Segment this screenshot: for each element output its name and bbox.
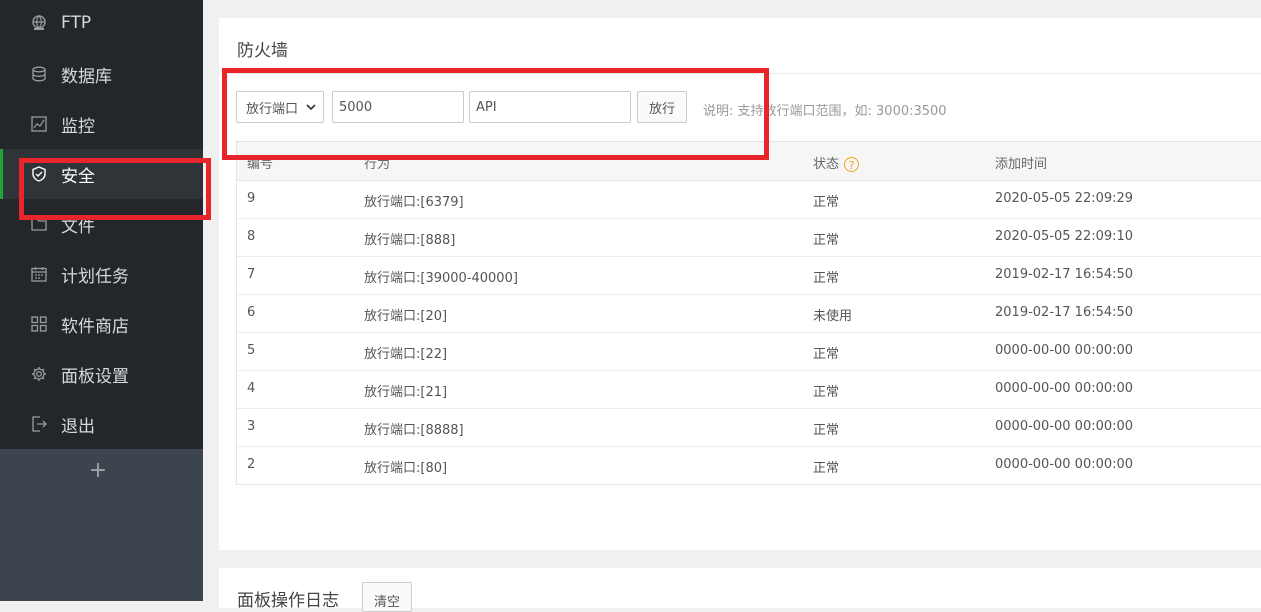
table-row: 2 放行端口:[80] 正常 0000-00-00 00:00:00 bbox=[237, 447, 1261, 484]
sidebar-item-label: 退出 bbox=[61, 416, 95, 437]
cell-id: 3 bbox=[247, 419, 256, 434]
remark-input[interactable] bbox=[469, 91, 631, 123]
cell-time: 0000-00-00 00:00:00 bbox=[995, 343, 1134, 358]
cell-status: 正常 bbox=[813, 423, 840, 438]
cell-status: 正常 bbox=[813, 195, 840, 210]
cell-action: 放行端口:[22] bbox=[364, 347, 448, 362]
table-row: 4 放行端口:[21] 正常 0000-00-00 00:00:00 bbox=[237, 371, 1261, 409]
sidebar-item-files[interactable]: 文件 bbox=[0, 199, 203, 249]
allow-port-button[interactable]: 放行 bbox=[637, 91, 687, 123]
sidebar-item-monitor[interactable]: 监控 bbox=[0, 99, 203, 149]
firewall-panel: 防火墙 放行端口 放行 说明: 支持放行端口范围，如: 3000:3500 编号… bbox=[219, 18, 1261, 550]
sidebar-item-label: FTP bbox=[61, 13, 92, 33]
firewall-table: 编号 行为 状态? 添加时间 9 放行端口:[6379] 正常 2020-05-05 … bbox=[236, 141, 1261, 485]
log-panel: 面板操作日志 清空 bbox=[219, 568, 1261, 612]
rule-type-value: 放行端口 bbox=[246, 101, 299, 117]
logout-icon bbox=[31, 416, 47, 432]
sidebar-item-label: 计划任务 bbox=[61, 266, 129, 287]
sidebar-item-ftp[interactable]: FTP bbox=[0, 0, 203, 48]
cell-id: 9 bbox=[247, 191, 256, 206]
gear-icon bbox=[31, 366, 47, 382]
cell-time: 2019-02-17 16:54:50 bbox=[995, 305, 1134, 320]
cell-action: 放行端口:[80] bbox=[364, 461, 448, 476]
sidebar-item-logout[interactable]: 退出 bbox=[0, 399, 203, 449]
sidebar-item-label: 监控 bbox=[61, 116, 95, 137]
sidebar-item-label: 面板设置 bbox=[61, 366, 129, 387]
col-status-label: 状态 bbox=[813, 157, 840, 172]
ftp-icon bbox=[31, 15, 47, 31]
sidebar-item-settings[interactable]: 面板设置 bbox=[0, 349, 203, 399]
table-row: 8 放行端口:[888] 正常 2020-05-05 22:09:10 bbox=[237, 219, 1261, 257]
cell-time: 2020-05-05 22:09:10 bbox=[995, 229, 1134, 244]
cell-action: 放行端口:[39000-40000] bbox=[364, 271, 518, 286]
apps-icon bbox=[31, 316, 47, 332]
folder-icon bbox=[31, 216, 47, 232]
monitor-icon bbox=[31, 116, 47, 132]
col-status: 状态? bbox=[813, 153, 860, 172]
shield-icon bbox=[31, 166, 47, 182]
cell-status: 正常 bbox=[813, 347, 840, 362]
table-row: 6 放行端口:[20] 未使用 2019-02-17 16:54:50 bbox=[237, 295, 1261, 333]
sidebar-item-database[interactable]: 数据库 bbox=[0, 49, 203, 99]
sidebar-item-crontab[interactable]: 计划任务 bbox=[0, 249, 203, 299]
col-id: 编号 bbox=[247, 157, 274, 172]
cell-id: 5 bbox=[247, 343, 256, 358]
col-action: 行为 bbox=[364, 157, 391, 172]
cell-action: 放行端口:[8888] bbox=[364, 423, 464, 438]
database-icon bbox=[31, 66, 47, 82]
add-menu-button[interactable]: + bbox=[86, 459, 110, 483]
rule-type-select[interactable]: 放行端口 bbox=[236, 91, 324, 123]
table-body: 9 放行端口:[6379] 正常 2020-05-05 22:09:29 8 放行端口:[… bbox=[237, 181, 1261, 484]
cell-status: 未使用 bbox=[813, 309, 853, 324]
cell-status: 正常 bbox=[813, 385, 840, 400]
cell-id: 7 bbox=[247, 267, 256, 282]
table-row: 7 放行端口:[39000-40000] 正常 2019-02-17 16:54:50 bbox=[237, 257, 1261, 295]
table-row: 3 放行端口:[8888] 正常 0000-00-00 00:00:00 bbox=[237, 409, 1261, 447]
cell-time: 0000-00-00 00:00:00 bbox=[995, 419, 1134, 434]
table-row: 9 放行端口:[6379] 正常 2020-05-05 22:09:29 bbox=[237, 181, 1261, 219]
cell-id: 8 bbox=[247, 229, 256, 244]
cell-id: 2 bbox=[247, 457, 256, 472]
sidebar-item-label: 安全 bbox=[61, 166, 95, 187]
divider bbox=[219, 73, 1261, 74]
sidebar: FTP 数据库 监控 安全 文件 计划任务 软件商店 面板设置 退出 + bbox=[0, 0, 203, 601]
clear-log-button[interactable]: 清空 bbox=[362, 582, 412, 612]
cell-status: 正常 bbox=[813, 271, 840, 286]
cell-action: 放行端口:[6379] bbox=[364, 195, 464, 210]
cell-action: 放行端口:[20] bbox=[364, 309, 448, 324]
sidebar-item-label: 文件 bbox=[61, 216, 95, 237]
cell-action: 放行端口:[888] bbox=[364, 233, 456, 248]
log-title: 面板操作日志 bbox=[237, 591, 339, 611]
cell-time: 2019-02-17 16:54:50 bbox=[995, 267, 1134, 282]
sidebar-item-store[interactable]: 软件商店 bbox=[0, 299, 203, 349]
col-time: 添加时间 bbox=[995, 157, 1048, 172]
table-header: 编号 行为 状态? 添加时间 bbox=[237, 142, 1261, 181]
cell-id: 4 bbox=[247, 381, 256, 396]
cell-id: 6 bbox=[247, 305, 256, 320]
page-title: 防火墙 bbox=[237, 41, 288, 61]
sidebar-item-label: 数据库 bbox=[61, 66, 112, 87]
sidebar-item-security[interactable]: 安全 bbox=[0, 149, 203, 199]
cell-status: 正常 bbox=[813, 233, 840, 248]
help-icon[interactable]: ? bbox=[844, 157, 860, 172]
cell-status: 正常 bbox=[813, 461, 840, 476]
cell-time: 2020-05-05 22:09:29 bbox=[995, 191, 1134, 206]
active-indicator bbox=[0, 149, 3, 199]
help-note: 说明: 支持放行端口范围，如: 3000:3500 bbox=[703, 104, 947, 119]
sidebar-menu: FTP 数据库 监控 安全 文件 计划任务 软件商店 面板设置 退出 bbox=[0, 0, 203, 449]
cell-time: 0000-00-00 00:00:00 bbox=[995, 457, 1134, 472]
table-row: 5 放行端口:[22] 正常 0000-00-00 00:00:00 bbox=[237, 333, 1261, 371]
sidebar-item-label: 软件商店 bbox=[61, 316, 129, 337]
cell-action: 放行端口:[21] bbox=[364, 385, 448, 400]
cell-time: 0000-00-00 00:00:00 bbox=[995, 381, 1134, 396]
chevron-down-icon bbox=[305, 100, 317, 114]
port-input[interactable] bbox=[332, 91, 464, 123]
calendar-icon bbox=[31, 266, 47, 282]
